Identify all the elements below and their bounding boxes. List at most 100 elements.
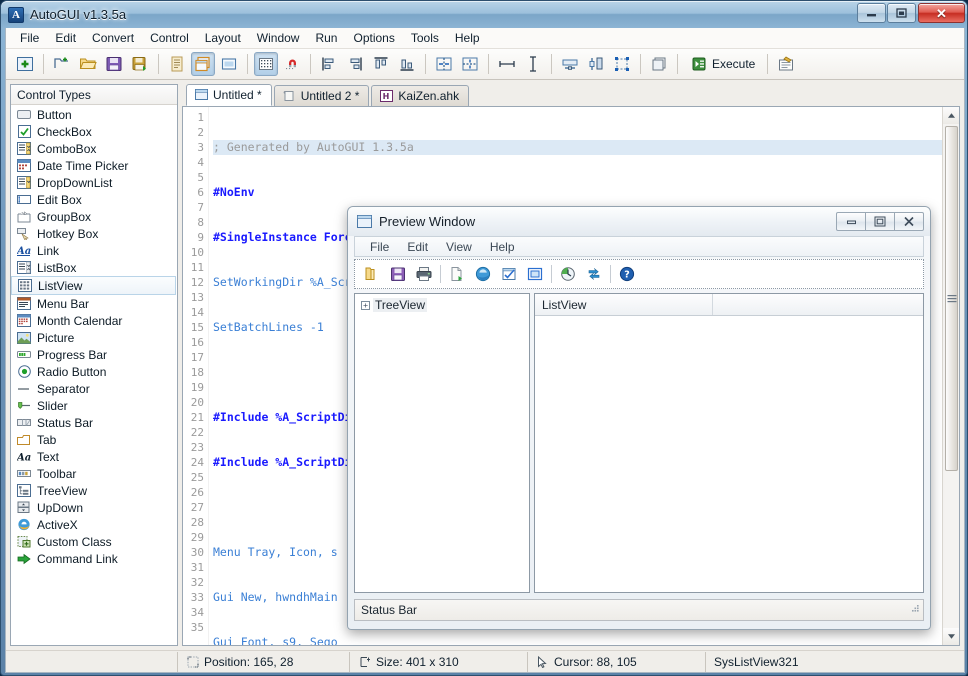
preview-help-button[interactable]: ?	[614, 262, 640, 286]
properties-button[interactable]	[774, 52, 798, 76]
tab-untitled[interactable]: Untitled *	[186, 84, 272, 106]
preview-refresh-button[interactable]	[581, 262, 607, 286]
expand-plus-icon[interactable]: +	[361, 301, 370, 310]
title-bar[interactable]: A AutoGUI v1.3.5a ✕	[1, 1, 968, 28]
sidebar-item-text[interactable]: Aa Text	[11, 448, 177, 465]
minimize-button[interactable]	[857, 3, 886, 23]
sidebar-item-tab[interactable]: Tab	[11, 431, 177, 448]
scrollbar-thumb[interactable]	[945, 126, 958, 471]
sidebar-item-commandlink[interactable]: Command Link	[11, 550, 177, 567]
preview-print-button[interactable]	[411, 262, 437, 286]
center-horizontal-button[interactable]	[432, 52, 456, 76]
same-height-button[interactable]	[521, 52, 545, 76]
sidebar-item-separator[interactable]: Separator	[11, 380, 177, 397]
preview-menu-edit[interactable]: Edit	[398, 239, 437, 255]
preview-new-document-button[interactable]	[444, 262, 470, 286]
new-project-button[interactable]	[50, 52, 74, 76]
editor-vertical-scrollbar[interactable]	[942, 107, 959, 645]
align-right-button[interactable]	[343, 52, 367, 76]
sidebar-item-treeview[interactable]: TreeView	[11, 482, 177, 499]
sidebar-item-listview[interactable]: ListView	[11, 276, 176, 295]
scroll-up-button[interactable]	[943, 107, 960, 124]
preview-clock-button[interactable]	[555, 262, 581, 286]
sidebar-item-datetimepicker[interactable]: Date Time Picker	[11, 157, 177, 174]
sidebar-item-link[interactable]: Aa Link	[11, 242, 177, 259]
snap-magnet-button[interactable]	[280, 52, 304, 76]
preview-title-bar[interactable]: Preview Window	[348, 207, 930, 236]
menu-edit[interactable]: Edit	[47, 29, 84, 47]
close-button[interactable]: ✕	[918, 3, 965, 23]
sidebar-item-toolbar[interactable]: Toolbar	[11, 465, 177, 482]
tab-untitled-2[interactable]: Untitled 2 *	[274, 85, 370, 106]
sidebar-item-editbox[interactable]: Edit Box	[11, 191, 177, 208]
menu-help[interactable]: Help	[447, 29, 488, 47]
space-vertical-button[interactable]	[584, 52, 608, 76]
save-as-button[interactable]	[128, 52, 152, 76]
sidebar-item-customclass[interactable]: Custom Class	[11, 533, 177, 550]
menu-control[interactable]: Control	[142, 29, 197, 47]
center-vertical-button[interactable]	[458, 52, 482, 76]
preview-menu-help[interactable]: Help	[481, 239, 524, 255]
new-control-button[interactable]	[13, 52, 37, 76]
preview-open-button[interactable]	[359, 262, 385, 286]
execute-button[interactable]: Execute	[683, 52, 762, 76]
menu-tools[interactable]: Tools	[403, 29, 447, 47]
preview-save-button[interactable]	[385, 262, 411, 286]
sidebar-item-dropdownlist[interactable]: DropDownList	[11, 174, 177, 191]
grid-button[interactable]	[254, 52, 278, 76]
sidebar-item-slider[interactable]: Slider	[11, 397, 177, 414]
preview-window-button[interactable]	[522, 262, 548, 286]
preview-toolbar[interactable]: ?	[354, 259, 924, 289]
scroll-down-button[interactable]	[943, 628, 960, 645]
sidebar-item-listbox[interactable]: ListBox	[11, 259, 177, 276]
menu-convert[interactable]: Convert	[84, 29, 142, 47]
sidebar-item-checkbox[interactable]: CheckBox	[11, 123, 177, 140]
preview-close-button[interactable]	[894, 212, 924, 231]
duplicate-button[interactable]	[647, 52, 671, 76]
align-top-button[interactable]	[369, 52, 393, 76]
open-button[interactable]	[76, 52, 100, 76]
same-width-button[interactable]	[495, 52, 519, 76]
space-horizontal-button[interactable]	[558, 52, 582, 76]
preview-minimize-button[interactable]	[836, 212, 866, 231]
preview-globe-button[interactable]	[470, 262, 496, 286]
listview-column-2[interactable]	[713, 294, 923, 315]
sidebar-item-combobox[interactable]: ComboBox	[11, 140, 177, 157]
single-window-button[interactable]	[217, 52, 241, 76]
control-types-list[interactable]: Button CheckBox ComboBox Date Time Picke…	[11, 105, 177, 645]
preview-treeview[interactable]: + TreeView	[354, 293, 530, 593]
sidebar-item-monthcalendar[interactable]: Month Calendar	[11, 312, 177, 329]
preview-menu-view[interactable]: View	[437, 239, 481, 255]
preview-maximize-button[interactable]	[865, 212, 895, 231]
save-button[interactable]	[102, 52, 126, 76]
maximize-button[interactable]	[887, 3, 916, 23]
size-to-fit-button[interactable]	[610, 52, 634, 76]
treeview-root-row[interactable]: + TreeView	[355, 294, 529, 312]
menu-options[interactable]: Options	[345, 29, 402, 47]
align-left-button[interactable]	[317, 52, 341, 76]
preview-check-window-button[interactable]	[496, 262, 522, 286]
resize-grip-icon[interactable]	[909, 603, 920, 617]
preview-listview[interactable]: ListView	[534, 293, 924, 593]
sidebar-item-groupbox[interactable]: ab GroupBox	[11, 208, 177, 225]
tab-kaizen-ahk[interactable]: H KaiZen.ahk	[371, 85, 469, 106]
sidebar-item-statusbar[interactable]: Status Bar	[11, 414, 177, 431]
sidebar-item-updown[interactable]: UpDown	[11, 499, 177, 516]
preview-window[interactable]: Preview Window File Edit View Help	[347, 206, 931, 630]
sidebar-item-picture[interactable]: Picture	[11, 329, 177, 346]
align-bottom-button[interactable]	[395, 52, 419, 76]
sidebar-item-radiobutton[interactable]: Radio Button	[11, 363, 177, 380]
script-view-button[interactable]	[165, 52, 189, 76]
sidebar-item-hotkeybox[interactable]: Hotkey Box	[11, 225, 177, 242]
preview-window-button[interactable]	[191, 52, 215, 76]
menu-file[interactable]: File	[12, 29, 47, 47]
sidebar-item-activex[interactable]: ActiveX	[11, 516, 177, 533]
listview-column-1[interactable]: ListView	[535, 294, 713, 315]
menu-run[interactable]: Run	[307, 29, 345, 47]
listview-header[interactable]: ListView	[535, 294, 923, 316]
sidebar-item-progressbar[interactable]: Progress Bar	[11, 346, 177, 363]
menu-window[interactable]: Window	[249, 29, 308, 47]
sidebar-item-menubar[interactable]: Menu Bar	[11, 295, 177, 312]
menu-layout[interactable]: Layout	[197, 29, 249, 47]
preview-menu-file[interactable]: File	[361, 239, 398, 255]
